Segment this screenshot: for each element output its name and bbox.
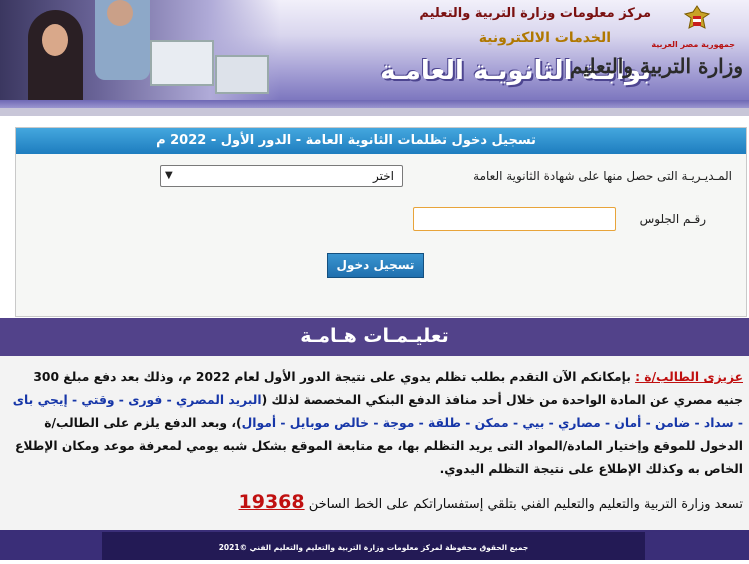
computer-monitor (150, 40, 214, 86)
logo-caption: جمهورية مصر العربية (651, 40, 735, 49)
header-strip (0, 100, 749, 108)
computer-monitor-2 (215, 55, 269, 94)
teacher-figure (95, 0, 150, 80)
seat-number-input[interactable] (413, 207, 616, 231)
ministry-logo: وزارة التربية والتعليم (570, 54, 743, 78)
hotline-text: تسعد وزارة التربية والتعليم والتعليم الف… (308, 497, 743, 512)
form-title: تسجيل دخول تظلمات الثانوية العامة - الدو… (16, 128, 746, 154)
eagle-emblem-icon (683, 5, 711, 29)
center-name: مركز معلومات وزارة التربية والتعليم (419, 6, 651, 21)
hotline-row: تسعد وزارة التربية والتعليم والتعليم الف… (10, 491, 744, 516)
directorate-select[interactable]: اختر ▼ (160, 165, 403, 187)
hotline-number: 19368 (238, 491, 305, 513)
chevron-down-icon: ▼ (165, 170, 173, 181)
login-button[interactable]: تسجيل دخول (327, 253, 424, 278)
notice-title: تعليـمـات هـامـة (0, 318, 749, 356)
footer: جميع الحقوق محفوظة لمركز معلومات وزارة ا… (0, 530, 749, 560)
student-figure (28, 10, 83, 100)
copyright-text: جميع الحقوق محفوظة لمركز معلومات وزارة ا… (102, 532, 645, 560)
directorate-label: المـديـريـة التى حصل منها على شهادة الثا… (473, 169, 732, 183)
seat-number-label: رقـم الجلوس (639, 212, 706, 226)
notice-body: عزيزى الطالب/ة : بإمكانكم الآن التقدم بط… (0, 356, 749, 530)
login-form: تسجيل دخول تظلمات الثانوية العامة - الدو… (15, 127, 747, 317)
header-photo (0, 0, 280, 100)
header-banner: مركز معلومات وزارة التربية والتعليم الخد… (0, 0, 749, 100)
services-label: الخدمات الالكترونية (478, 30, 611, 46)
greeting: عزيزى الطالب/ة : (635, 370, 743, 384)
directorate-selected-value: اختر (373, 169, 394, 183)
header-divider (0, 108, 749, 116)
